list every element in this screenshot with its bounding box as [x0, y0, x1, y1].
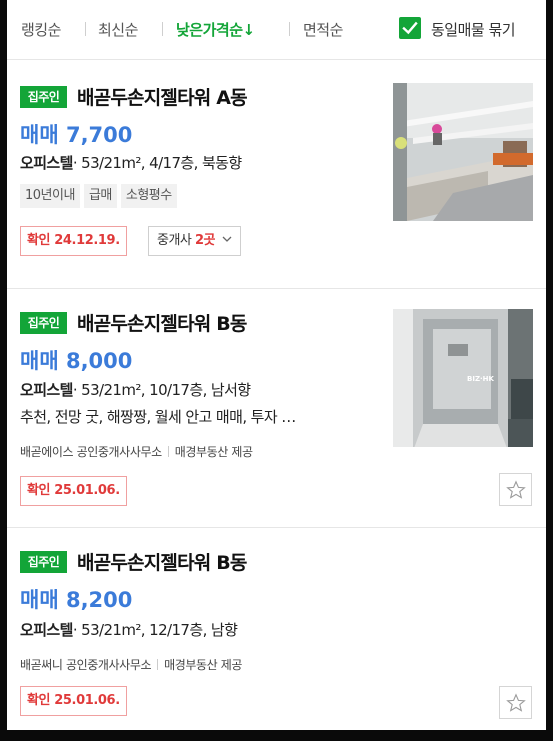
- tag: 급매: [83, 184, 117, 208]
- provider-name: 매경부동산 제공: [164, 658, 243, 672]
- owner-badge: 집주인: [20, 86, 67, 108]
- listing-price: 매매 8,000: [20, 349, 133, 373]
- spec-detail: · 53/21m², 4/17층, 북동향: [72, 154, 242, 172]
- property-type: 오피스텔: [20, 381, 73, 399]
- sort-divider: [289, 22, 290, 36]
- chevron-down-icon: [222, 236, 232, 242]
- listing-price: 매매 7,700: [20, 123, 133, 147]
- confirm-date: 확인 25.01.06.: [20, 686, 127, 716]
- spec-detail: · 53/21m², 12/17층, 남향: [72, 621, 238, 639]
- property-type: 오피스텔: [20, 154, 73, 172]
- listing-description: 추천, 전망 굿, 해짱짱, 월세 안고 매매, 투자 …: [20, 408, 296, 426]
- listing-title[interactable]: 배곧두손지젤타워 B동: [77, 309, 247, 336]
- agency-count-button[interactable]: 중개사 2곳: [148, 226, 241, 256]
- room-interior-photo: [393, 83, 533, 221]
- sort-bar: 랭킹순 최신순 낮은가격순↓ 면적순 동일매물 묶기: [7, 0, 546, 60]
- listing-spec: 오피스텔· 53/21m², 4/17층, 북동향: [20, 152, 242, 173]
- listing-spec: 오피스텔· 53/21m², 12/17층, 남향: [20, 619, 238, 640]
- listing-panel: 랭킹순 최신순 낮은가격순↓ 면적순 동일매물 묶기 집주인 배곧두손지젤타워 …: [7, 0, 546, 730]
- same-listing-label: 동일매물 묶기: [431, 21, 516, 39]
- property-type: 오피스텔: [20, 621, 73, 639]
- listing-title[interactable]: 배곧두손지젤타워 A동: [77, 83, 248, 110]
- star-icon: [506, 693, 526, 712]
- listing-spec: 오피스텔· 53/21m², 10/17층, 남서향: [20, 379, 251, 400]
- listing-title[interactable]: 배곧두손지젤타워 B동: [77, 548, 247, 575]
- sort-latest[interactable]: 최신순: [98, 19, 138, 40]
- agent-name: 배곧에이스 공인중개사사무소: [20, 445, 162, 459]
- favorite-button[interactable]: [499, 473, 532, 506]
- agent-name: 배곧써니 공인중개사사무소: [20, 658, 152, 672]
- agency-label: 중개사: [157, 233, 196, 248]
- agent-info: 배곧써니 공인중개사사무소 매경부동산 제공: [20, 656, 242, 673]
- owner-badge: 집주인: [20, 551, 67, 573]
- favorite-button[interactable]: [499, 686, 532, 719]
- tag: 소형평수: [120, 184, 177, 208]
- confirm-date: 확인 24.12.19.: [20, 226, 127, 256]
- sort-divider: [162, 22, 163, 36]
- agent-info: 배곧에이스 공인중개사사무소 매경부동산 제공: [20, 443, 253, 460]
- hallway-thumbnail[interactable]: BIZ·HK: [393, 309, 533, 447]
- listing-item[interactable]: 집주인 배곧두손지젤타워 A동 매매 7,700 오피스텔· 53/21m², …: [7, 61, 546, 289]
- tag: 10년이내: [20, 184, 80, 208]
- hallway-photo: BIZ·HK: [393, 309, 533, 447]
- listing-item[interactable]: 집주인 배곧두손지젤타워 B동 매매 8,000 오피스텔· 53/21m², …: [7, 290, 546, 528]
- listing-item[interactable]: 집주인 배곧두손지젤타워 B동 매매 8,200 오피스텔· 53/21m², …: [7, 529, 546, 730]
- agent-divider: [167, 446, 169, 457]
- spec-detail: · 53/21m², 10/17층, 남서향: [72, 381, 251, 399]
- check-icon: [402, 21, 418, 35]
- agency-count: 2곳: [195, 233, 216, 248]
- provider-name: 매경부동산 제공: [174, 445, 253, 459]
- svg-text:BIZ·HK: BIZ·HK: [467, 375, 495, 383]
- room-interior-thumbnail[interactable]: [393, 83, 533, 221]
- agent-divider: [157, 659, 159, 670]
- confirm-date: 확인 25.01.06.: [20, 476, 127, 506]
- sort-area[interactable]: 면적순: [303, 19, 343, 40]
- tag-list: 10년이내 급매 소형평수: [20, 184, 181, 208]
- same-listing-checkbox[interactable]: [399, 17, 421, 39]
- sort-ranking[interactable]: 랭킹순: [21, 19, 61, 40]
- owner-badge: 집주인: [20, 312, 67, 334]
- listing-price: 매매 8,200: [20, 588, 133, 612]
- sort-divider: [85, 22, 86, 36]
- sort-low-price[interactable]: 낮은가격순↓: [176, 19, 255, 40]
- star-icon: [506, 480, 526, 499]
